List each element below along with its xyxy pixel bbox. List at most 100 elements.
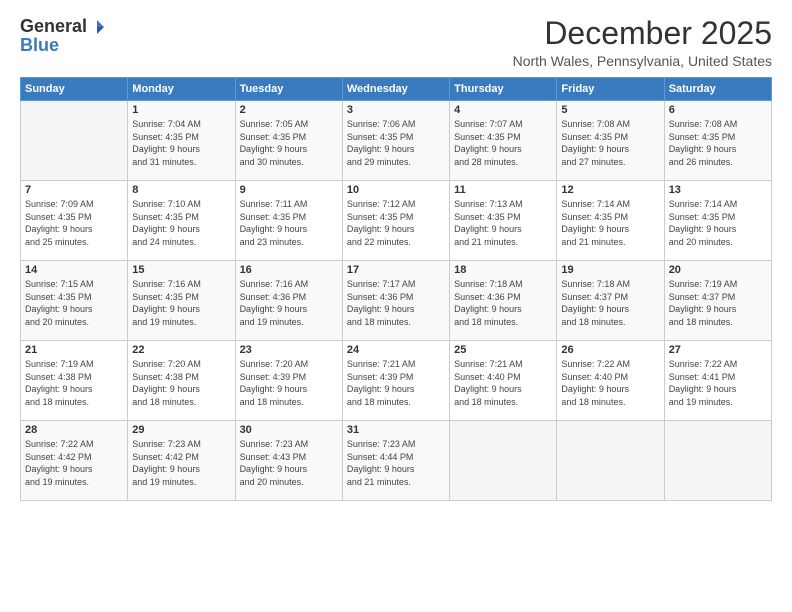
day-number: 16 <box>240 264 338 276</box>
day-number: 9 <box>240 184 338 196</box>
calendar-cell: 20 Sunrise: 7:19 AM Sunset: 4:37 PM Dayli… <box>664 261 771 341</box>
calendar-cell: 26 Sunrise: 7:22 AM Sunset: 4:40 PM Dayli… <box>557 341 664 421</box>
logo-blue: Blue <box>20 35 59 56</box>
logo: General Blue <box>20 16 105 56</box>
day-number: 24 <box>347 344 445 356</box>
day-number: 30 <box>240 424 338 436</box>
calendar-week-3: 21 Sunrise: 7:19 AM Sunset: 4:38 PM Dayli… <box>21 341 772 421</box>
day-number: 8 <box>132 184 230 196</box>
day-number: 4 <box>454 104 552 116</box>
calendar-cell: 12Sunrise: 7:14 AM Sunset: 4:35 PM Dayli… <box>557 181 664 261</box>
day-number: 18 <box>454 264 552 276</box>
calendar-cell: 3Sunrise: 7:06 AM Sunset: 4:35 PM Daylig… <box>342 101 449 181</box>
month-title: December 2025 <box>513 16 772 51</box>
day-number: 20 <box>669 264 767 276</box>
day-number: 1 <box>132 104 230 116</box>
day-number: 23 <box>240 344 338 356</box>
calendar-cell: 25 Sunrise: 7:21 AM Sunset: 4:40 PM Dayli… <box>450 341 557 421</box>
logo-general: General <box>20 16 87 37</box>
day-info: Sunrise: 7:13 AM Sunset: 4:35 PM Dayligh… <box>454 198 552 248</box>
calendar-cell: 14 Sunrise: 7:15 AM Sunset: 4:35 PM Dayli… <box>21 261 128 341</box>
day-number: 21 <box>25 344 123 356</box>
day-number: 19 <box>561 264 659 276</box>
day-number: 11 <box>454 184 552 196</box>
day-number: 27 <box>669 344 767 356</box>
day-number: 13 <box>669 184 767 196</box>
day-number: 29 <box>132 424 230 436</box>
calendar-cell: 15Sunrise: 7:16 AM Sunset: 4:35 PM Dayli… <box>128 261 235 341</box>
calendar-cell: 17Sunrise: 7:17 AM Sunset: 4:36 PM Dayli… <box>342 261 449 341</box>
day-info: Sunrise: 7:23 AM Sunset: 4:43 PM Dayligh… <box>240 438 338 488</box>
calendar-cell <box>557 421 664 501</box>
day-number: 25 <box>454 344 552 356</box>
calendar-cell: 19 Sunrise: 7:18 AM Sunset: 4:37 PM Dayli… <box>557 261 664 341</box>
day-number: 10 <box>347 184 445 196</box>
calendar-week-1: 7 Sunrise: 7:09 AM Sunset: 4:35 PM Daylig… <box>21 181 772 261</box>
day-info: Sunrise: 7:22 AM Sunset: 4:41 PM Dayligh… <box>669 358 767 408</box>
day-number: 7 <box>25 184 123 196</box>
day-info: Sunrise: 7:22 AM Sunset: 4:42 PM Dayligh… <box>25 438 123 488</box>
calendar-cell: 5Sunrise: 7:08 AM Sunset: 4:35 PM Daylig… <box>557 101 664 181</box>
day-info: Sunrise: 7:18 AM Sunset: 4:37 PM Dayligh… <box>561 278 659 328</box>
header-thursday: Thursday <box>450 78 557 101</box>
day-info: Sunrise: 7:19 AM Sunset: 4:37 PM Dayligh… <box>669 278 767 328</box>
day-info: Sunrise: 7:20 AM Sunset: 4:39 PM Dayligh… <box>240 358 338 408</box>
calendar-cell: 7 Sunrise: 7:09 AM Sunset: 4:35 PM Daylig… <box>21 181 128 261</box>
header-sunday: Sunday <box>21 78 128 101</box>
day-number: 14 <box>25 264 123 276</box>
calendar-cell: 21 Sunrise: 7:19 AM Sunset: 4:38 PM Dayli… <box>21 341 128 421</box>
header-tuesday: Tuesday <box>235 78 342 101</box>
day-info: Sunrise: 7:16 AM Sunset: 4:36 PM Dayligh… <box>240 278 338 328</box>
day-info: Sunrise: 7:08 AM Sunset: 4:35 PM Dayligh… <box>669 118 767 168</box>
calendar-cell: 18Sunrise: 7:18 AM Sunset: 4:36 PM Dayli… <box>450 261 557 341</box>
calendar-cell: 2 Sunrise: 7:05 AM Sunset: 4:35 PM Daylig… <box>235 101 342 181</box>
calendar-cell: 11 Sunrise: 7:13 AM Sunset: 4:35 PM Dayli… <box>450 181 557 261</box>
day-info: Sunrise: 7:21 AM Sunset: 4:39 PM Dayligh… <box>347 358 445 408</box>
calendar-cell: 28 Sunrise: 7:22 AM Sunset: 4:42 PM Dayli… <box>21 421 128 501</box>
header-wednesday: Wednesday <box>342 78 449 101</box>
calendar-cell <box>664 421 771 501</box>
day-number: 28 <box>25 424 123 436</box>
calendar-cell: 23 Sunrise: 7:20 AM Sunset: 4:39 PM Dayli… <box>235 341 342 421</box>
day-info: Sunrise: 7:22 AM Sunset: 4:40 PM Dayligh… <box>561 358 659 408</box>
calendar-cell: 6 Sunrise: 7:08 AM Sunset: 4:35 PM Daylig… <box>664 101 771 181</box>
day-info: Sunrise: 7:14 AM Sunset: 4:35 PM Dayligh… <box>561 198 659 248</box>
day-number: 26 <box>561 344 659 356</box>
day-number: 2 <box>240 104 338 116</box>
day-info: Sunrise: 7:12 AM Sunset: 4:35 PM Dayligh… <box>347 198 445 248</box>
header: General Blue December 2025 North Wales, … <box>20 16 772 69</box>
header-saturday: Saturday <box>664 78 771 101</box>
page: General Blue December 2025 North Wales, … <box>0 0 792 612</box>
day-info: Sunrise: 7:09 AM Sunset: 4:35 PM Dayligh… <box>25 198 123 248</box>
day-info: Sunrise: 7:05 AM Sunset: 4:35 PM Dayligh… <box>240 118 338 168</box>
day-number: 6 <box>669 104 767 116</box>
calendar-cell: 16 Sunrise: 7:16 AM Sunset: 4:36 PM Dayli… <box>235 261 342 341</box>
calendar-cell <box>21 101 128 181</box>
header-monday: Monday <box>128 78 235 101</box>
day-info: Sunrise: 7:10 AM Sunset: 4:35 PM Dayligh… <box>132 198 230 248</box>
calendar-week-2: 14 Sunrise: 7:15 AM Sunset: 4:35 PM Dayli… <box>21 261 772 341</box>
calendar-cell: 22Sunrise: 7:20 AM Sunset: 4:38 PM Dayli… <box>128 341 235 421</box>
calendar-header-row: Sunday Monday Tuesday Wednesday Thursday… <box>21 78 772 101</box>
calendar-cell: 9Sunrise: 7:11 AM Sunset: 4:35 PM Daylig… <box>235 181 342 261</box>
calendar: Sunday Monday Tuesday Wednesday Thursday… <box>20 77 772 501</box>
calendar-cell: 31Sunrise: 7:23 AM Sunset: 4:44 PM Dayli… <box>342 421 449 501</box>
day-info: Sunrise: 7:21 AM Sunset: 4:40 PM Dayligh… <box>454 358 552 408</box>
logo-icon <box>89 19 105 35</box>
calendar-cell: 27 Sunrise: 7:22 AM Sunset: 4:41 PM Dayli… <box>664 341 771 421</box>
calendar-cell: 24 Sunrise: 7:21 AM Sunset: 4:39 PM Dayli… <box>342 341 449 421</box>
calendar-week-4: 28 Sunrise: 7:22 AM Sunset: 4:42 PM Dayli… <box>21 421 772 501</box>
day-info: Sunrise: 7:07 AM Sunset: 4:35 PM Dayligh… <box>454 118 552 168</box>
calendar-cell: 1Sunrise: 7:04 AM Sunset: 4:35 PM Daylig… <box>128 101 235 181</box>
header-friday: Friday <box>557 78 664 101</box>
day-info: Sunrise: 7:14 AM Sunset: 4:35 PM Dayligh… <box>669 198 767 248</box>
day-info: Sunrise: 7:06 AM Sunset: 4:35 PM Dayligh… <box>347 118 445 168</box>
day-info: Sunrise: 7:08 AM Sunset: 4:35 PM Dayligh… <box>561 118 659 168</box>
day-info: Sunrise: 7:23 AM Sunset: 4:44 PM Dayligh… <box>347 438 445 488</box>
title-area: December 2025 North Wales, Pennsylvania,… <box>513 16 772 69</box>
calendar-week-0: 1Sunrise: 7:04 AM Sunset: 4:35 PM Daylig… <box>21 101 772 181</box>
day-info: Sunrise: 7:15 AM Sunset: 4:35 PM Dayligh… <box>25 278 123 328</box>
day-info: Sunrise: 7:23 AM Sunset: 4:42 PM Dayligh… <box>132 438 230 488</box>
day-info: Sunrise: 7:19 AM Sunset: 4:38 PM Dayligh… <box>25 358 123 408</box>
day-number: 17 <box>347 264 445 276</box>
